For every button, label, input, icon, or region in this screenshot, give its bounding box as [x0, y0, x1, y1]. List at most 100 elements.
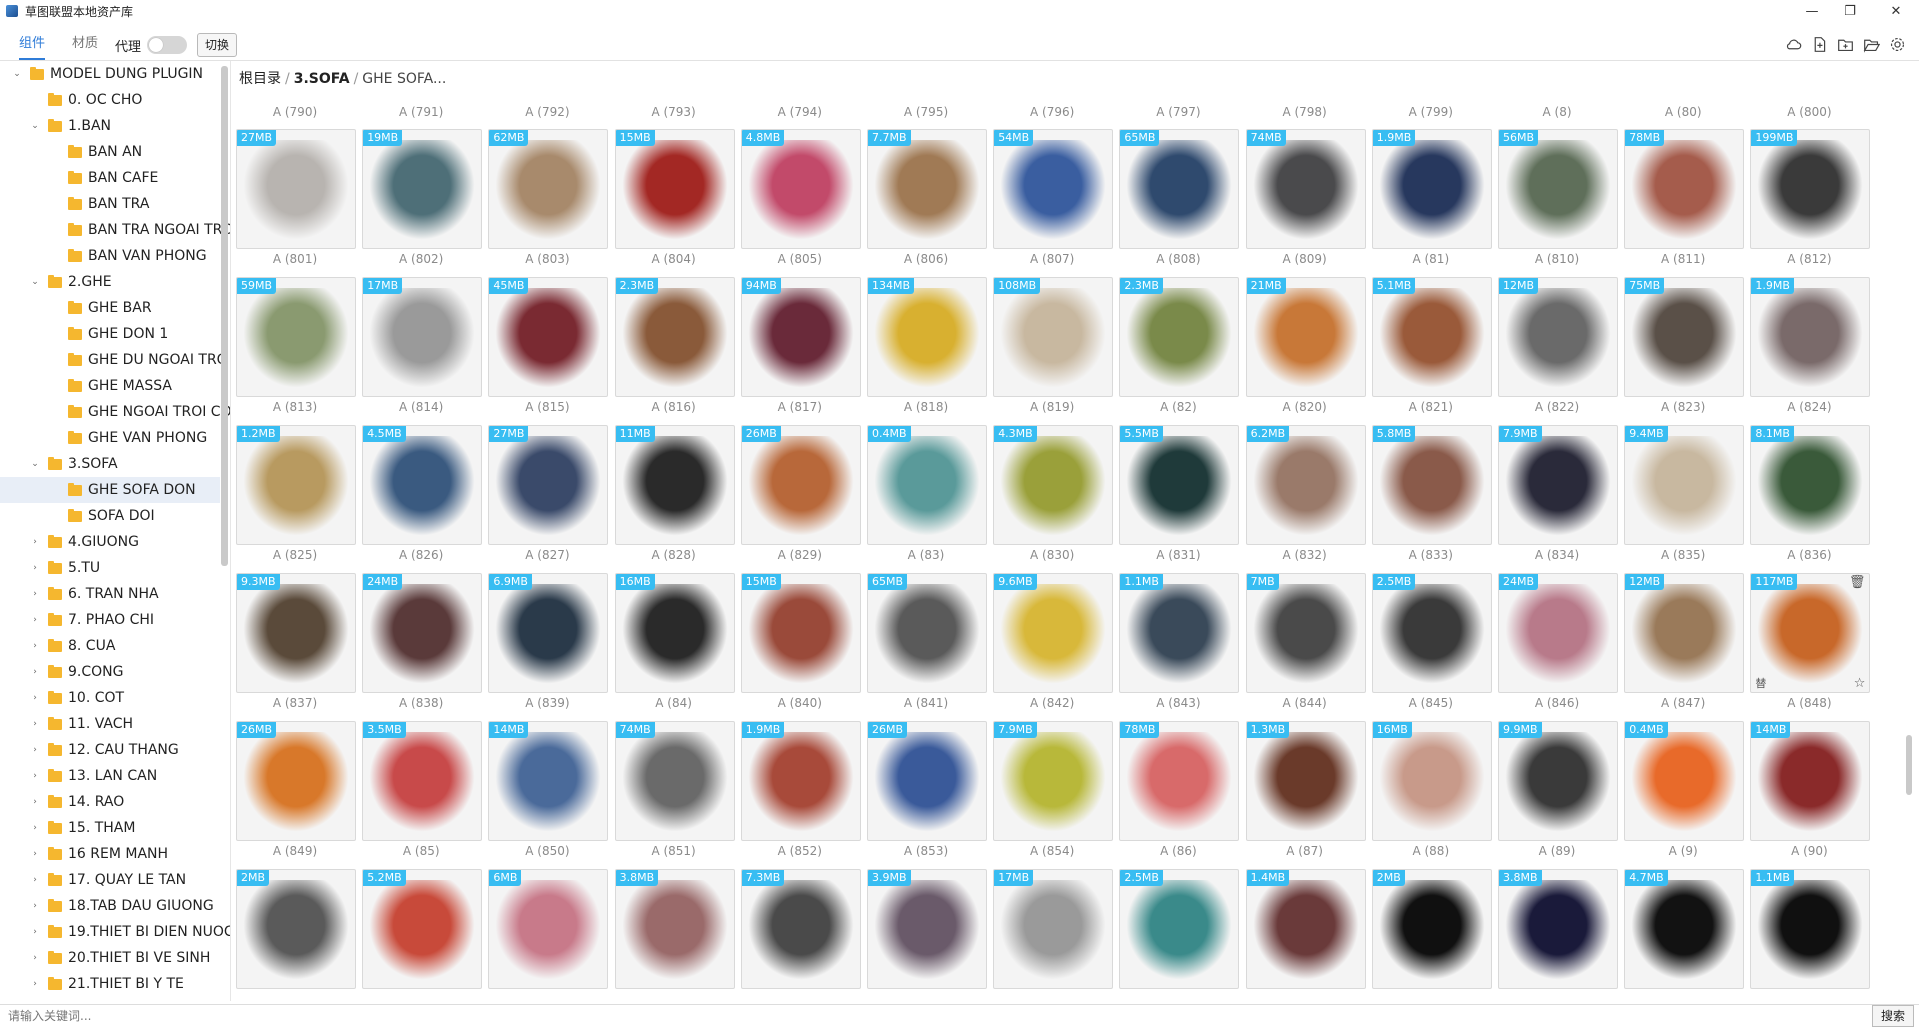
asset-card[interactable]: 3.5MB: [362, 721, 483, 841]
tab-materials[interactable]: 材质: [72, 30, 98, 58]
asset-card[interactable]: 56MB: [1498, 129, 1618, 249]
asset-card[interactable]: 12MB: [1498, 277, 1618, 397]
chevron-right-icon[interactable]: ›: [30, 667, 40, 677]
settings-icon[interactable]: [1888, 35, 1906, 53]
chevron-right-icon[interactable]: ›: [30, 849, 40, 859]
asset-card[interactable]: 4.7MB: [1624, 869, 1745, 989]
asset-card[interactable]: 7MB: [1245, 573, 1366, 693]
asset-card[interactable]: 16MB: [614, 573, 735, 693]
tree-item[interactable]: › 17. QUAY LE TAN: [0, 867, 220, 893]
asset-card[interactable]: 9.3MB: [236, 573, 356, 693]
asset-card[interactable]: 9.6MB: [993, 573, 1114, 693]
tree-item[interactable]: › 15. THAM: [0, 815, 220, 841]
asset-card[interactable]: 7.9MB: [1498, 425, 1618, 545]
asset-card[interactable]: 1.1MB: [1119, 573, 1240, 693]
asset-card[interactable]: 2.3MB: [1119, 277, 1240, 397]
asset-card[interactable]: 9.4MB: [1624, 425, 1745, 545]
cloud-icon[interactable]: [1784, 35, 1802, 53]
chevron-right-icon[interactable]: ›: [30, 641, 40, 651]
asset-card[interactable]: 1.9MB: [1371, 129, 1492, 249]
chevron-right-icon[interactable]: ›: [30, 927, 40, 937]
asset-card[interactable]: 5.1MB: [1371, 277, 1492, 397]
asset-card[interactable]: 2MB: [1371, 869, 1492, 989]
replace-icon[interactable]: 替: [1755, 675, 1766, 691]
asset-card[interactable]: 0.4MB: [1624, 721, 1745, 841]
tree-item[interactable]: SOFA DOI: [0, 503, 220, 529]
asset-card[interactable]: 65MB: [867, 573, 987, 693]
asset-card[interactable]: 5.8MB: [1371, 425, 1492, 545]
chevron-right-icon[interactable]: ›: [30, 771, 40, 781]
asset-card[interactable]: 94MB: [740, 277, 861, 397]
asset-card[interactable]: 4.8MB: [740, 129, 861, 249]
asset-card[interactable]: 3.9MB: [867, 869, 987, 989]
tab-components[interactable]: 组件: [19, 30, 46, 60]
tree-item[interactable]: › 21.THIET BI Y TE: [0, 971, 220, 997]
asset-card[interactable]: 117MB 🗑 ☆ 替: [1750, 573, 1871, 693]
asset-card[interactable]: 8.1MB: [1750, 425, 1871, 545]
tree-item[interactable]: › 14. RAO: [0, 789, 220, 815]
tree-item[interactable]: GHE MASSA: [0, 373, 220, 399]
asset-card[interactable]: 27MB: [488, 425, 609, 545]
tree-item[interactable]: 0. OC CHO: [0, 87, 220, 113]
tree-item[interactable]: › 16 REM MANH: [0, 841, 220, 867]
asset-card[interactable]: 59MB: [236, 277, 356, 397]
new-file-icon[interactable]: [1810, 35, 1828, 53]
chevron-right-icon[interactable]: ›: [30, 719, 40, 729]
asset-card[interactable]: 26MB: [740, 425, 861, 545]
asset-card[interactable]: 15MB: [740, 573, 861, 693]
tree-item[interactable]: ⌄ 2.GHE: [0, 269, 220, 295]
chevron-right-icon[interactable]: ›: [30, 615, 40, 625]
chevron-right-icon[interactable]: ›: [30, 563, 40, 573]
tree-item[interactable]: › 8. CUA: [0, 633, 220, 659]
chevron-down-icon[interactable]: ⌄: [30, 277, 40, 287]
asset-card[interactable]: 12MB: [1624, 573, 1745, 693]
asset-card[interactable]: 5.5MB: [1119, 425, 1240, 545]
asset-card[interactable]: 74MB: [1245, 129, 1366, 249]
asset-card[interactable]: 3.8MB: [614, 869, 735, 989]
asset-card[interactable]: 4.5MB: [362, 425, 483, 545]
tree-item[interactable]: › 7. PHAO CHI: [0, 607, 220, 633]
tree-item[interactable]: › 5.TU: [0, 555, 220, 581]
asset-card[interactable]: 24MB: [362, 573, 483, 693]
chevron-down-icon[interactable]: ⌄: [30, 459, 40, 469]
asset-card[interactable]: 6.2MB: [1245, 425, 1366, 545]
proxy-toggle[interactable]: [147, 36, 187, 54]
tree-item[interactable]: GHE DU NGOAI TRO: [0, 347, 228, 373]
tree-item[interactable]: GHE DON 1: [0, 321, 220, 347]
asset-card[interactable]: 54MB: [993, 129, 1114, 249]
tree-item[interactable]: › 9.CONG: [0, 659, 220, 685]
asset-card[interactable]: 11MB: [614, 425, 735, 545]
tree-item[interactable]: BAN AN: [0, 139, 220, 165]
asset-card[interactable]: 19MB: [362, 129, 483, 249]
asset-card[interactable]: 1.9MB: [1750, 277, 1871, 397]
asset-card[interactable]: 17MB: [993, 869, 1114, 989]
tree-item[interactable]: ⌄ 1.BAN: [0, 113, 220, 139]
asset-card[interactable]: 5.2MB: [362, 869, 483, 989]
asset-card[interactable]: 6.9MB: [488, 573, 609, 693]
asset-card[interactable]: 1.2MB: [236, 425, 356, 545]
asset-card[interactable]: 134MB: [867, 277, 987, 397]
asset-card[interactable]: 15MB: [614, 129, 735, 249]
asset-card[interactable]: 24MB: [1498, 573, 1618, 693]
asset-card[interactable]: 27MB: [236, 129, 356, 249]
chevron-right-icon[interactable]: ›: [30, 953, 40, 963]
chevron-right-icon[interactable]: ›: [30, 823, 40, 833]
tree-item[interactable]: › 19.THIET BI DIEN NUOC: [0, 919, 230, 945]
asset-card[interactable]: 16MB: [1371, 721, 1492, 841]
tree-item[interactable]: › 20.THIET BI VE SINH: [0, 945, 220, 971]
asset-card[interactable]: 7.3MB: [740, 869, 861, 989]
tree-item[interactable]: GHE BAR: [0, 295, 220, 321]
asset-card[interactable]: 78MB: [1624, 129, 1745, 249]
asset-card[interactable]: 78MB: [1119, 721, 1240, 841]
asset-card[interactable]: 199MB: [1750, 129, 1871, 249]
chevron-right-icon[interactable]: ›: [30, 901, 40, 911]
asset-card[interactable]: 1.9MB: [740, 721, 861, 841]
tree-item[interactable]: ⌄ MODEL DUNG PLUGIN: [0, 61, 220, 87]
asset-card[interactable]: 17MB: [362, 277, 483, 397]
asset-card[interactable]: 14MB: [488, 721, 609, 841]
chevron-down-icon[interactable]: ⌄: [30, 121, 40, 131]
star-icon[interactable]: ☆: [1854, 676, 1866, 691]
maximize-button[interactable]: ❐: [1827, 0, 1873, 22]
asset-card[interactable]: 26MB: [236, 721, 356, 841]
open-folder-icon[interactable]: [1862, 35, 1880, 53]
